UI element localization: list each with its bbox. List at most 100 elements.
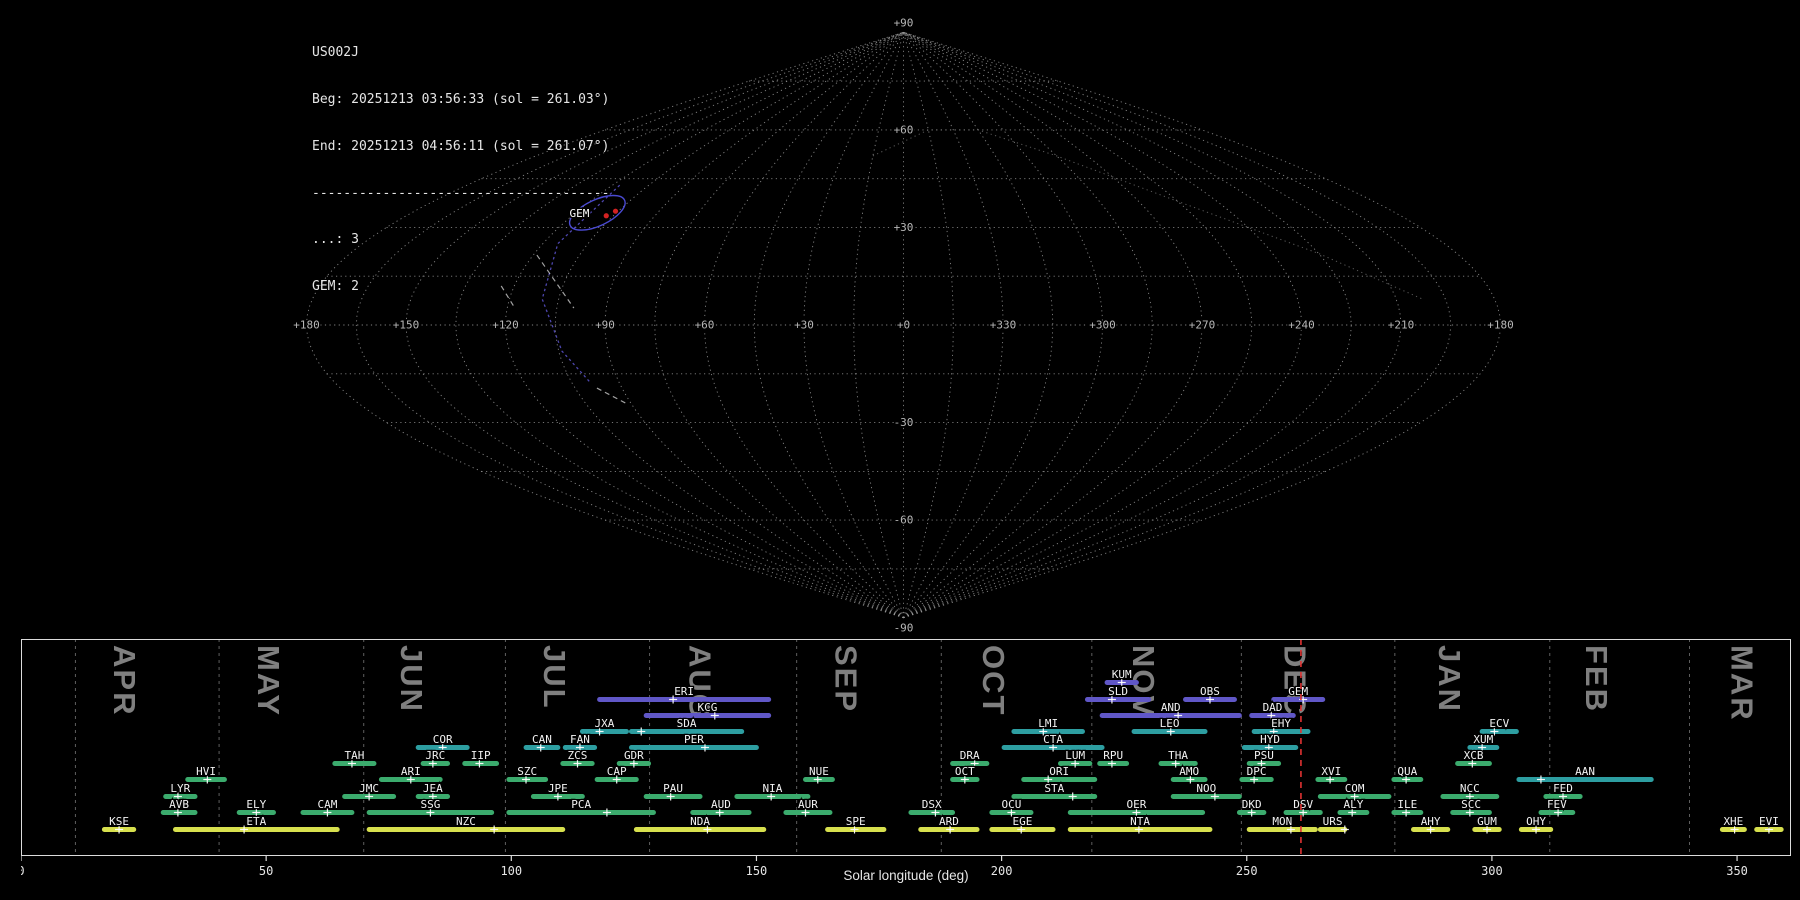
month-label: JAN — [1432, 645, 1467, 713]
shower-label: COM — [1345, 782, 1365, 795]
lat-tick-label: -60 — [894, 514, 914, 527]
shower-label: NCC — [1460, 782, 1480, 795]
shower-label: ERI — [674, 685, 694, 698]
lat-tick-label: +30 — [894, 221, 914, 234]
shower-label: ZCS — [568, 749, 588, 762]
month-label: FEB — [1579, 645, 1614, 713]
shower-label: KSE — [109, 815, 129, 828]
shower-label: GUM — [1477, 815, 1497, 828]
shower-label: DKD — [1242, 798, 1262, 811]
lon-tick-label: +270 — [1189, 319, 1216, 332]
grid-meridian — [903, 31, 1452, 619]
shower-label: PSU — [1254, 749, 1274, 762]
shower-label: AUD — [711, 798, 731, 811]
shower-label: DSV — [1293, 798, 1313, 811]
shower-label: DSX — [922, 798, 942, 811]
shower-label: EGE — [1013, 815, 1033, 828]
shower-label: XUM — [1473, 733, 1493, 746]
shower-label: NUE — [809, 765, 829, 778]
lon-tick-label: +210 — [1388, 319, 1415, 332]
shower-label: PAU — [663, 782, 683, 795]
grid-meridian — [654, 31, 904, 619]
begin-time-line: Beg: 20251213 03:56:33 (sol = 261.03°) — [312, 91, 610, 107]
month-label: JUL — [537, 645, 572, 710]
grid-meridian — [803, 32, 904, 618]
month-label: DEC — [1278, 645, 1313, 716]
shower-label: STA — [1044, 782, 1064, 795]
lon-tick-label: +0 — [897, 319, 910, 332]
event-info-block: US002J Beg: 20251213 03:56:33 (sol = 261… — [312, 14, 609, 326]
separator-line: -------------------------------------- — [312, 185, 610, 201]
month-label: SEP — [829, 645, 864, 713]
shower-label: DPC — [1247, 765, 1267, 778]
x-axis-title: Solar longitude (deg) — [843, 868, 969, 883]
shower-label: SZC — [517, 765, 537, 778]
meteor-activity-screen: GEM +180 +150 +120 +90 +60 +30 +0 +330 +300 +270 +2… — [0, 0, 1800, 900]
month-label: APR — [107, 645, 142, 716]
shower-label: JXA — [595, 717, 615, 730]
shower-label: DRA — [960, 749, 980, 762]
gem-meteor-dot — [612, 208, 619, 214]
shower-label: AVB — [169, 798, 189, 811]
shower-label: MON — [1272, 815, 1292, 828]
shower-label: TAH — [344, 749, 364, 762]
activity-timeline-svg: APR MAY JUN JUL AUG SEP OCT NOV DEC JAN FEB MARKUME… — [17, 639, 1791, 878]
shower-label: GDR — [624, 749, 644, 762]
shower-label: PCA — [571, 798, 591, 811]
activity-timeline-panel: APR MAY JUN JUL AUG SEP OCT NOV DEC JAN FEB MAR KUM E… — [17, 639, 1791, 891]
lon-tick-label: +300 — [1089, 319, 1116, 332]
shower-label: IIP — [471, 749, 491, 762]
shower-label: NZC — [456, 815, 476, 828]
shower-label: KUM — [1112, 668, 1132, 681]
lat-tick-label: +90 — [894, 16, 914, 29]
lon-tick-label: +30 — [794, 319, 814, 332]
lat-tick-label: +60 — [894, 123, 914, 136]
shower-label: LUM — [1065, 749, 1085, 762]
month-label: MAR — [1724, 645, 1759, 722]
shower-label: ARI — [401, 765, 421, 778]
lon-tick-label: +240 — [1288, 319, 1315, 332]
station-id: US002J — [312, 45, 359, 61]
shower-label: RPU — [1103, 749, 1123, 762]
shower-label: OBS — [1200, 685, 1220, 698]
shower-label: HVI — [196, 765, 216, 778]
shower-label: NTA — [1130, 815, 1150, 828]
shower-label: JMC — [359, 782, 379, 795]
shower-label: URS — [1323, 815, 1343, 828]
shower-label: XHE — [1723, 815, 1743, 828]
shower-label: COR — [433, 733, 453, 746]
gem-count: GEM: 2 — [312, 279, 359, 295]
shower-label: OHY — [1526, 815, 1546, 828]
shower-label: OER — [1127, 798, 1147, 811]
lon-tick-label: +330 — [990, 319, 1017, 332]
shower-label: FEV — [1547, 798, 1567, 811]
shower-label: ALY — [1343, 798, 1363, 811]
shower-label: SDA — [677, 717, 697, 730]
shower-label: AAN — [1575, 765, 1595, 778]
shower-label: JPE — [548, 782, 568, 795]
shower-label: LYR — [170, 782, 190, 795]
shower-label: HYD — [1260, 733, 1280, 746]
sky-map-svg: GEM+180 +150 +120 +90 +60 +30 +0 +330 +300 +270 +2… — [292, 15, 1516, 636]
shower-label: AND — [1161, 701, 1181, 714]
month-label: MAY — [251, 645, 286, 717]
shower-label: EVI — [1759, 815, 1779, 828]
shower-label: JRC — [425, 749, 445, 762]
shower-label: SPE — [846, 815, 866, 828]
lat-tick-label: -30 — [894, 416, 914, 429]
shower-label: FED — [1553, 782, 1573, 795]
shower-label: CAN — [532, 733, 552, 746]
lon-tick-label: +60 — [695, 319, 715, 332]
month-label: JUN — [394, 645, 429, 713]
grid-meridian — [903, 31, 1352, 619]
shower-label: NOO — [1196, 782, 1216, 795]
shower-label: CTA — [1043, 733, 1063, 746]
end-time-line: End: 20251213 04:56:11 (sol = 261.07°) — [312, 138, 610, 154]
shower-label: ETA — [246, 815, 266, 828]
shower-label: AUR — [798, 798, 818, 811]
shower-label: FAN — [570, 733, 590, 746]
shower-label: EHY — [1271, 717, 1291, 730]
shower-label: LMI — [1038, 717, 1058, 730]
shower-label: ELY — [246, 798, 266, 811]
shower-label: CAM — [318, 798, 338, 811]
